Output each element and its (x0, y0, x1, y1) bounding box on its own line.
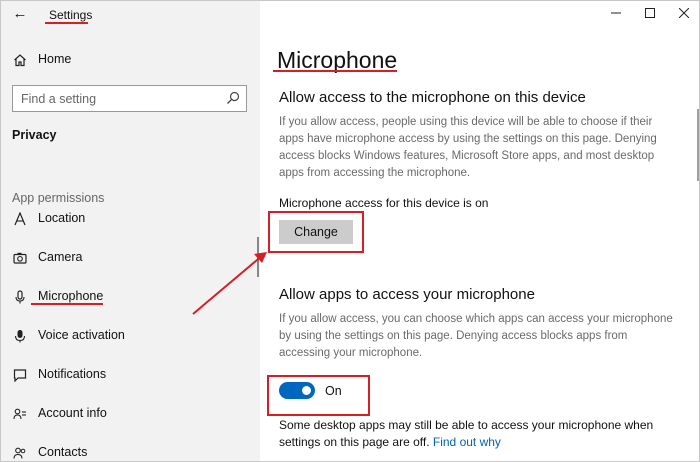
close-icon (678, 5, 690, 23)
device-section-heading: Allow access to the microphone on this d… (279, 89, 586, 106)
voice-activation-icon (12, 328, 28, 344)
minimize-icon (611, 5, 621, 23)
sidebar-item-label: Home (38, 52, 72, 66)
sidebar-item-voice-activation[interactable]: Voice activation (1, 321, 260, 351)
back-button[interactable]: ← (9, 5, 31, 25)
annotation-box-change (268, 211, 364, 253)
apps-section-description: If you allow access, you can choose whic… (279, 313, 673, 359)
footer-note: Some desktop apps may still be able to a… (279, 417, 679, 451)
sidebar-item-label: Voice activation (38, 328, 125, 342)
apps-section-heading: Allow apps to access your microphone (279, 286, 535, 303)
location-icon (12, 211, 28, 227)
app-title: Settings (49, 8, 93, 22)
sidebar: ← Settings Home Privacy App permissions … (1, 1, 260, 461)
search-box[interactable] (12, 85, 247, 112)
section-heading-privacy: Privacy (12, 128, 57, 142)
settings-window: ← Settings Home Privacy App permissions … (0, 0, 700, 462)
account-info-icon (12, 406, 28, 422)
sidebar-item-label: Account info (38, 406, 107, 420)
maximize-icon (645, 5, 655, 23)
annotation-underline-microphone (31, 303, 103, 305)
sidebar-item-location[interactable]: Location (1, 204, 260, 234)
sidebar-item-contacts[interactable]: Contacts (1, 438, 260, 461)
sidebar-item-notifications[interactable]: Notifications (1, 360, 260, 390)
annotation-box-toggle (267, 375, 370, 416)
sidebar-item-label: Notifications (38, 367, 107, 381)
home-icon (12, 52, 28, 68)
contacts-icon (12, 445, 28, 461)
find-out-why-link[interactable]: Find out why (433, 435, 501, 449)
annotation-underline-settings (45, 22, 88, 24)
device-section-description: If you allow access, people using this d… (279, 116, 657, 179)
sidebar-item-home[interactable]: Home (1, 45, 260, 75)
back-arrow-icon: ← (12, 5, 28, 22)
group-label-app-permissions: App permissions (12, 191, 105, 205)
notifications-icon (12, 367, 28, 383)
sidebar-item-microphone[interactable]: Microphone (1, 282, 260, 312)
maximize-button[interactable] (633, 1, 667, 27)
device-access-status: Microphone access for this device is on (279, 196, 489, 210)
sidebar-item-label: Contacts (38, 445, 88, 459)
window-controls (599, 1, 699, 27)
minimize-button[interactable] (599, 1, 633, 27)
camera-icon (12, 250, 28, 266)
sidebar-item-label: Location (38, 211, 86, 225)
annotation-underline-title (273, 70, 397, 72)
microphone-icon (12, 289, 28, 305)
close-button[interactable] (667, 1, 699, 27)
sidebar-item-camera[interactable]: Camera (1, 243, 260, 273)
sidebar-item-label: Camera (38, 250, 83, 264)
sidebar-item-account-info[interactable]: Account info (1, 399, 260, 429)
sidebar-scrollbar[interactable] (257, 237, 259, 277)
search-input[interactable] (21, 89, 221, 108)
sidebar-item-label: Microphone (38, 289, 104, 303)
search-icon[interactable] (226, 91, 240, 105)
